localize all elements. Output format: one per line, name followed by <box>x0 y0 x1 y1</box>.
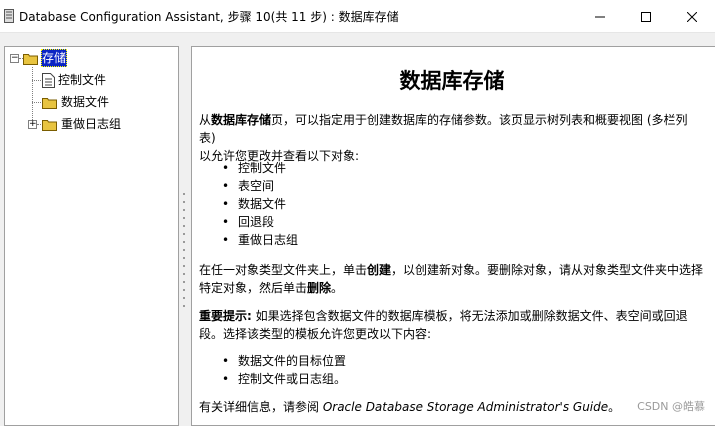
text: ，以创建新对象。要删除对象，请从对象类型文件夹中选择 <box>391 263 704 277</box>
text: 页，可以指定用于创建数据库的存储参数。该页显示树列表和概要视图 (多栏列表) <box>199 113 688 145</box>
create-delete-paragraph: 在任一对象类型文件夹上，单击创建，以创建新对象。要删除对象，请从对象类型文件夹中… <box>199 261 704 297</box>
list-item: 回退段 <box>222 213 298 231</box>
tree-item-label: 重做日志组 <box>61 117 122 131</box>
window-title: Database Configuration Assistant, 步骤 10(… <box>19 10 399 24</box>
help-panel: 数据库存储 从数据库存储页，可以指定用于创建数据库的存储参数。该页显示树列表和概… <box>191 46 715 426</box>
text: 从 <box>199 113 212 127</box>
guide-title: Oracle Database Storage Administrator's … <box>322 400 609 414</box>
intro-paragraph: 从数据库存储页，可以指定用于创建数据库的存储参数。该页显示树列表和概要视图 (多… <box>199 111 704 165</box>
watermark: CSDN @皓慕 <box>637 400 705 413</box>
bold-term: 数据库存储 <box>211 113 272 127</box>
folder-icon <box>42 119 57 131</box>
more-info-paragraph: 有关详细信息，请参阅 Oracle Database Storage Admin… <box>199 398 704 416</box>
expand-icon[interactable]: + <box>28 120 37 129</box>
text: 如果选择包含数据文件的数据库模板，将无法添加或删除数据文件、表空间或回退 <box>251 309 688 323</box>
list-item: 表空间 <box>222 177 298 195</box>
bold-term: 创建 <box>367 263 392 277</box>
maximize-button[interactable] <box>623 0 669 33</box>
tip-paragraph: 重要提示: 如果选择包含数据文件的数据库模板，将无法添加或删除数据文件、表空间或… <box>199 307 704 343</box>
tree-root-label: 存储 <box>41 49 68 67</box>
list-item: 数据文件 <box>222 195 298 213</box>
collapse-icon[interactable]: − <box>10 54 19 63</box>
bold-term: 删除 <box>307 281 332 295</box>
list-item: 重做日志组 <box>222 231 298 249</box>
wizard-body: − 存储 控制文件 数据文件 + 重做日志组 数据库存储 从数据库存储页，可以指… <box>0 33 715 426</box>
maximize-icon <box>641 11 651 22</box>
minimize-button[interactable] <box>577 0 623 33</box>
text: 。 <box>608 400 621 414</box>
tree-connector <box>32 80 41 81</box>
tree-item-label: 控制文件 <box>58 73 107 87</box>
help-title: 数据库存储 <box>399 69 505 93</box>
text: 段。选择该类型的模板允许您更改以下内容: <box>199 327 432 341</box>
folder-icon <box>42 97 57 109</box>
close-button[interactable] <box>669 0 715 33</box>
minimize-icon <box>595 16 605 17</box>
folder-open-icon <box>23 53 38 65</box>
list-item: 控制文件 <box>222 159 298 177</box>
text: 特定对象，然后单击 <box>199 281 308 295</box>
changes-list: 数据文件的目标位置 控制文件或日志组。 <box>222 352 346 388</box>
tree-item-control-files[interactable]: 控制文件 <box>42 71 107 89</box>
list-item: 控制文件或日志组。 <box>222 370 346 388</box>
close-icon <box>687 11 697 22</box>
tree-connector <box>37 124 41 125</box>
tree-connector <box>32 67 33 124</box>
app-icon <box>4 9 14 23</box>
bold-term: 重要提示: <box>199 309 252 323</box>
tree-item-data-files[interactable]: 数据文件 <box>42 93 110 111</box>
text: 在任一对象类型文件夹上，单击 <box>199 263 368 277</box>
title-bar: Database Configuration Assistant, 步骤 10(… <box>0 0 715 33</box>
panel-splitter[interactable] <box>181 193 187 313</box>
storage-tree[interactable]: − 存储 控制文件 数据文件 + 重做日志组 <box>4 46 179 426</box>
object-list: 控制文件 表空间 数据文件 回退段 重做日志组 <box>222 159 298 249</box>
tree-connector <box>32 102 41 103</box>
tree-item-label: 数据文件 <box>61 95 110 109</box>
document-icon <box>42 72 55 88</box>
tree-item-redo-log-groups[interactable]: 重做日志组 <box>42 115 122 133</box>
tree-root-storage[interactable]: 存储 <box>23 49 68 67</box>
list-item: 数据文件的目标位置 <box>222 352 346 370</box>
text: 。 <box>331 281 344 295</box>
text: 有关详细信息，请参阅 <box>199 400 323 414</box>
